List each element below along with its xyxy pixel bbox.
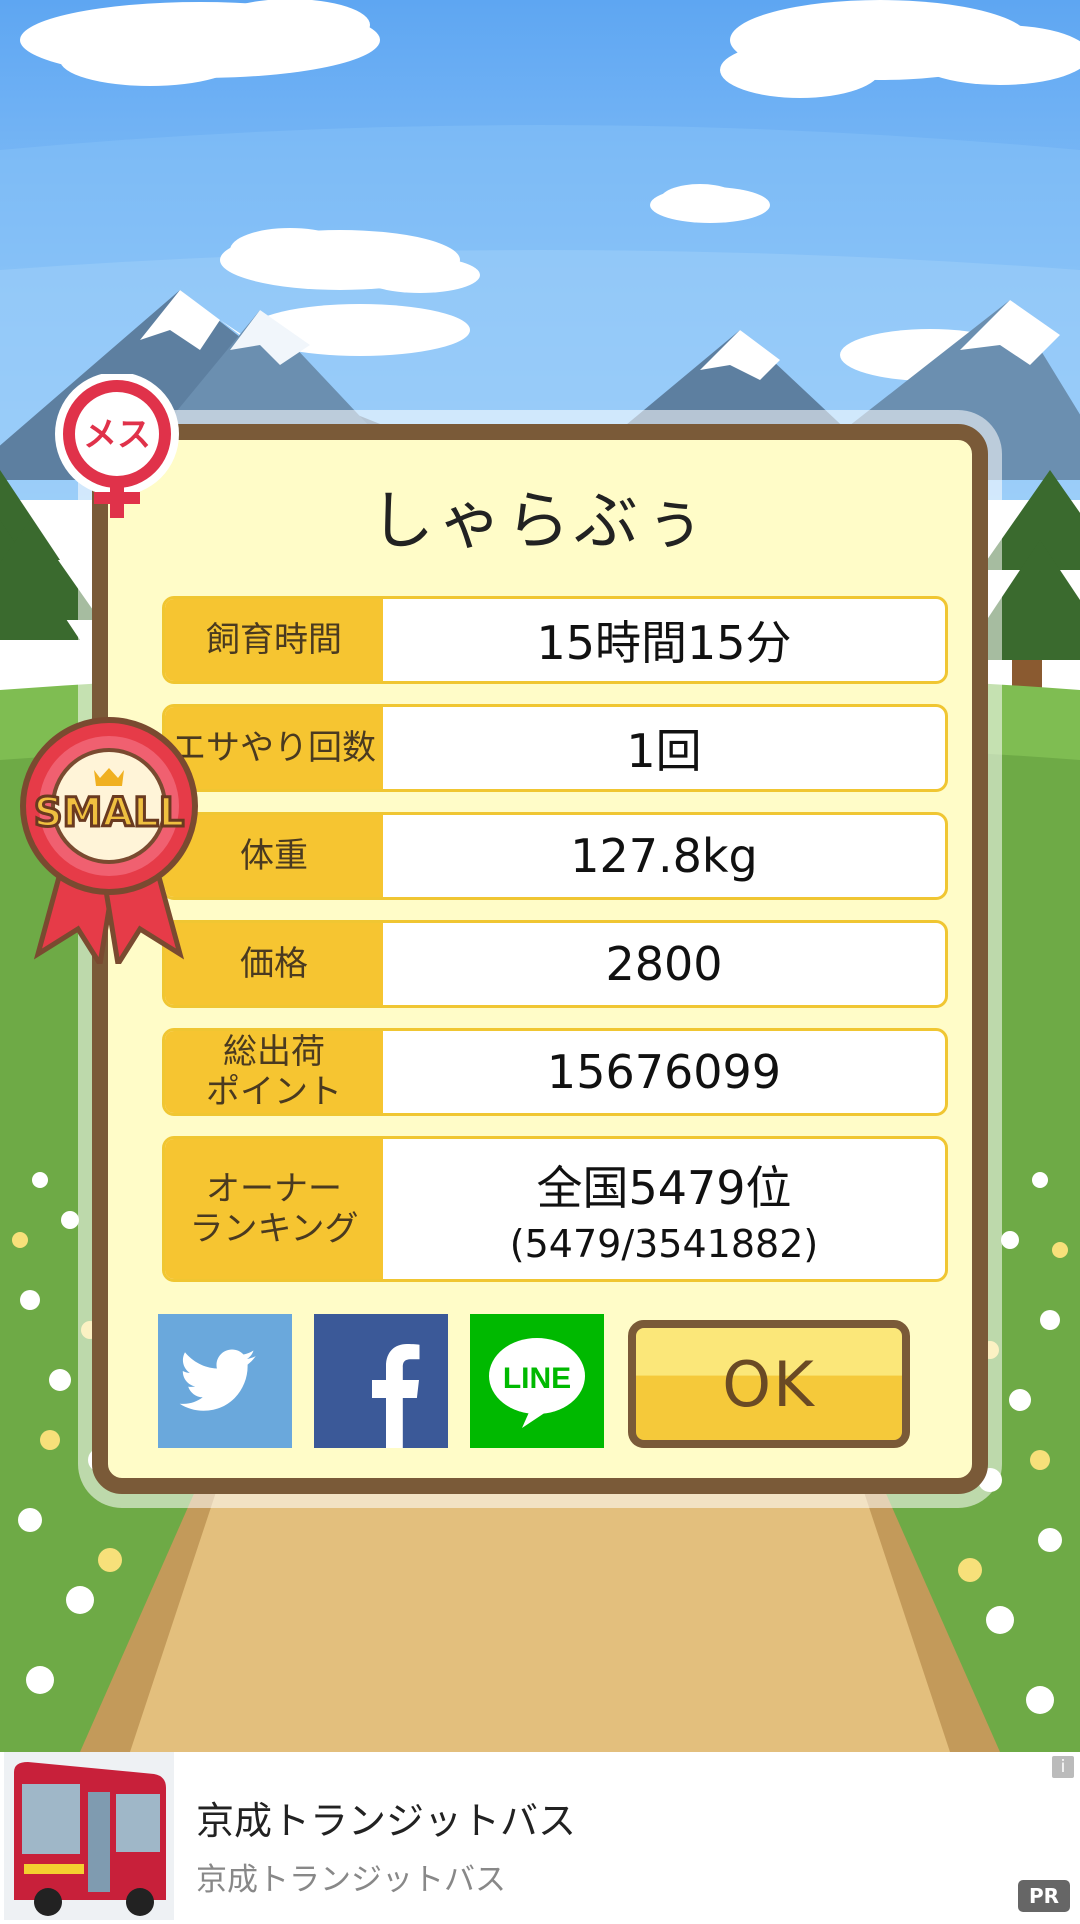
line-share-button[interactable]: LINE [470,1314,604,1448]
stat-row-raising-time: 飼育時間 15時間15分 [162,596,948,684]
stat-value: 全国5479位 (5479/3541882) [383,1139,945,1279]
ad-pr-badge: PR [1018,1880,1070,1912]
ad-info-icon[interactable]: i [1052,1756,1074,1778]
twitter-bird-icon [179,1349,256,1411]
stat-value: 15676099 [546,1045,782,1099]
size-ribbon-badge: SMALL [18,714,200,971]
stat-label: 総出荷 ポイント [165,1031,383,1113]
ribbon-text: SMALL [34,790,185,836]
ad-subtitle: 京成トランジットバス [196,1862,506,1898]
facebook-share-button[interactable] [314,1314,448,1448]
ad-title[interactable]: 京成トランジットバス [196,1790,576,1845]
stat-row-price: 価格 2800 [162,920,948,1008]
female-gender-badge: メス [52,372,182,524]
facebook-f-icon [372,1344,420,1448]
line-icon-text: LINE [503,1362,571,1395]
twitter-share-button[interactable] [158,1314,292,1448]
stat-label: 飼育時間 [165,599,383,681]
pig-status-dialog: しゃらぶぅ 飼育時間 15時間15分 エサやり回数 1回 体重 127.8kg … [92,424,988,1494]
ad-bus-image[interactable] [4,1752,174,1920]
gender-text: メス [83,415,151,455]
ranking-detail: (5479/3541882) [509,1222,819,1266]
stat-row-owner-ranking: オーナー ランキング 全国5479位 (5479/3541882) [162,1136,948,1282]
pig-name: しゃらぶぅ [370,485,710,559]
ranking-national: 全国5479位 [536,1161,792,1215]
stat-row-feed-count: エサやり回数 1回 [162,704,948,792]
ok-button[interactable]: OK [628,1320,910,1448]
stat-row-shipment-points: 総出荷 ポイント 15676099 [162,1028,948,1116]
stat-value: 15時間15分 [536,616,792,670]
ad-banner[interactable]: 京成トランジットバス 京成トランジットバス i PR [0,1752,1080,1920]
line-bubble-icon: LINE [489,1338,585,1428]
stat-value: 2800 [605,937,723,991]
stat-value: 127.8kg [570,829,758,883]
stat-label: オーナー ランキング [165,1139,383,1279]
stat-row-weight: 体重 127.8kg [162,812,948,900]
stat-value: 1回 [626,724,702,778]
